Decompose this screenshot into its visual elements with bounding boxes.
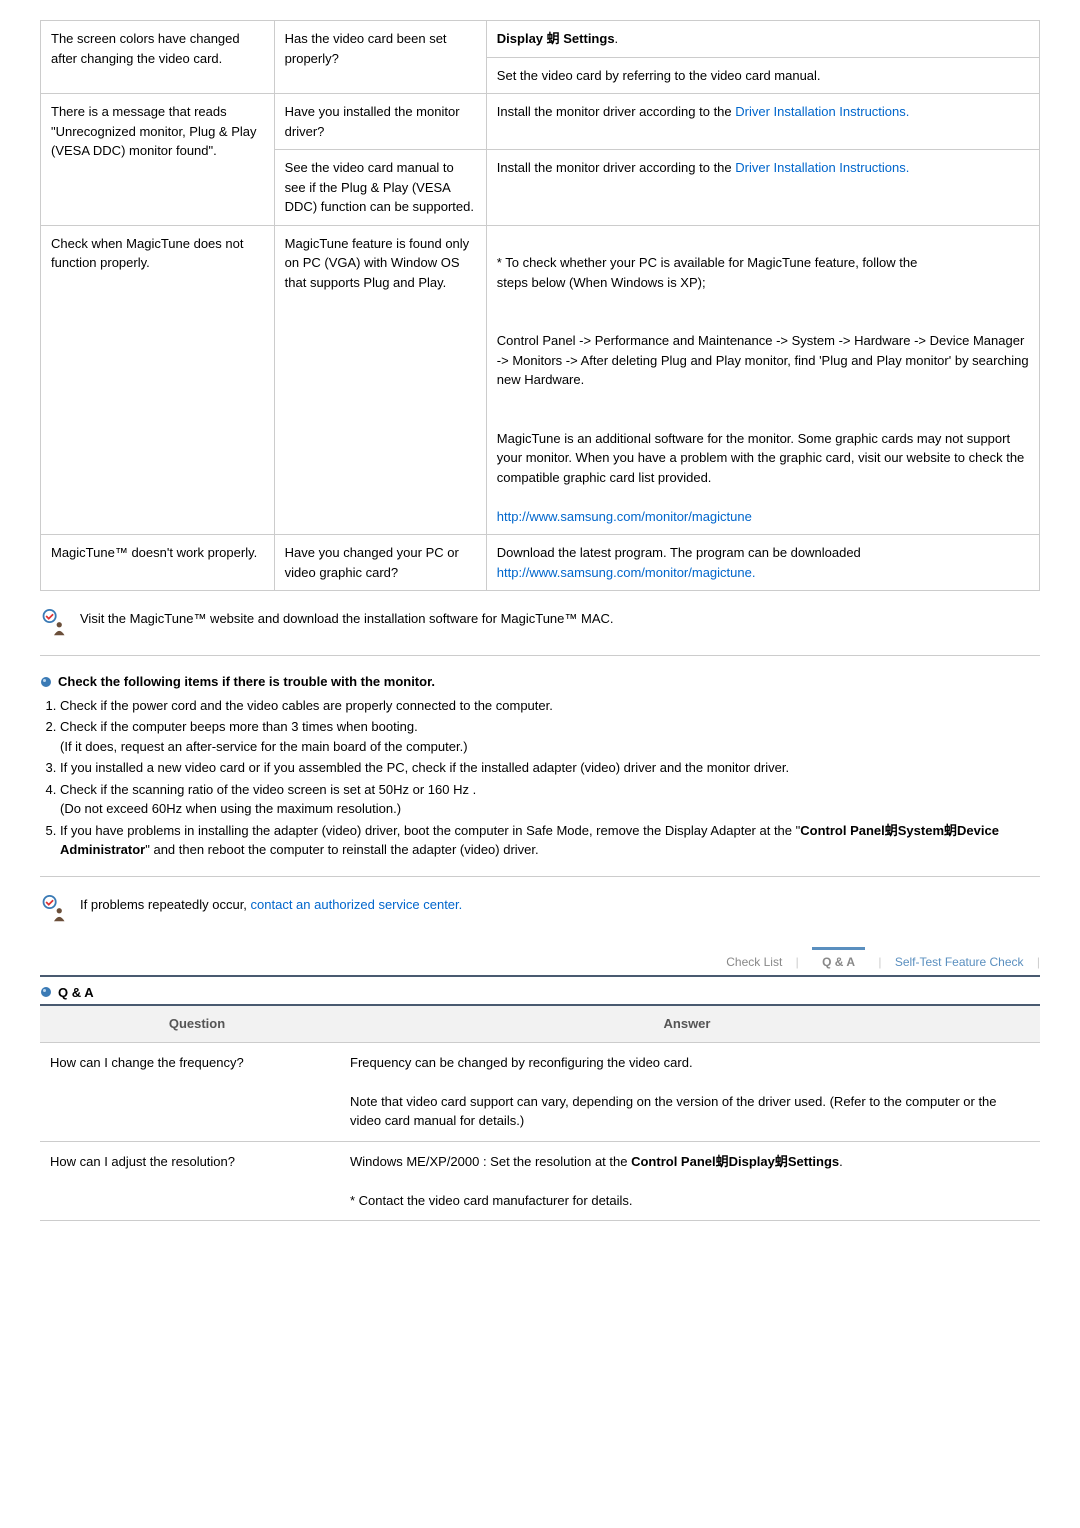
tab-check-list[interactable]: Check List bbox=[716, 955, 792, 969]
trouble-symptom: There is a message that reads "Unrecogni… bbox=[41, 94, 275, 226]
trouble-answer: Download the latest program. The program… bbox=[486, 535, 1039, 591]
trouble-check: Has the video card been set properly? bbox=[274, 21, 486, 94]
trouble-symptom: Check when MagicTune does not function p… bbox=[41, 225, 275, 535]
qa-header-answer: Answer bbox=[344, 1014, 1030, 1034]
display-settings-label: Display 蚏 Settings bbox=[497, 31, 615, 46]
qa-answer: Frequency can be changed by reconfigurin… bbox=[340, 1043, 1040, 1142]
driver-install-link[interactable]: Driver Installation Instructions. bbox=[735, 104, 909, 119]
trouble-symptom: The screen colors have changed after cha… bbox=[41, 21, 275, 94]
note-contact-service: If problems repeatedly occur, contact an… bbox=[40, 895, 1040, 923]
divider bbox=[40, 876, 1040, 877]
service-center-link[interactable]: contact an authorized service center. bbox=[251, 897, 463, 912]
tab-qa[interactable]: Q & A bbox=[802, 955, 875, 969]
check-item: If you have problems in installing the a… bbox=[60, 821, 1040, 860]
check-item: Check if the computer beeps more than 3 … bbox=[60, 717, 1040, 756]
check-item: Check if the scanning ratio of the video… bbox=[60, 780, 1040, 819]
check-list: Check if the power cord and the video ca… bbox=[60, 696, 1040, 860]
trouble-answer: * To check whether your PC is available … bbox=[486, 225, 1039, 535]
qa-table: How can I change the frequency? Frequenc… bbox=[40, 1043, 1040, 1222]
divider bbox=[40, 655, 1040, 656]
qa-section-title: Q & A bbox=[40, 975, 1040, 1003]
trouble-answer: Install the monitor driver according to … bbox=[486, 94, 1039, 150]
trouble-check: MagicTune feature is found only on PC (V… bbox=[274, 225, 486, 535]
magictune-url[interactable]: http://www.samsung.com/monitor/magictune… bbox=[497, 565, 756, 580]
magictune-url[interactable]: http://www.samsung.com/monitor/magictune bbox=[497, 509, 752, 524]
check-person-icon bbox=[40, 609, 68, 637]
driver-install-link[interactable]: Driver Installation Instructions. bbox=[735, 160, 909, 175]
trouble-symptom: MagicTune™ doesn't work properly. bbox=[41, 535, 275, 591]
tab-self-test[interactable]: Self-Test Feature Check bbox=[885, 955, 1034, 969]
trouble-answer: Set the video card by referring to the v… bbox=[486, 57, 1039, 94]
bullet-icon bbox=[40, 986, 52, 998]
section-tabs: Check List | Q & A | Self-Test Feature C… bbox=[40, 953, 1040, 971]
trouble-answer: Install the monitor driver according to … bbox=[486, 150, 1039, 226]
qa-question: How can I adjust the resolution? bbox=[40, 1141, 340, 1221]
trouble-check: Have you installed the monitor driver? bbox=[274, 94, 486, 150]
trouble-check: Have you changed your PC or video graphi… bbox=[274, 535, 486, 591]
troubleshooting-table: The screen colors have changed after cha… bbox=[40, 20, 1040, 591]
trouble-check: See the video card manual to see if the … bbox=[274, 150, 486, 226]
check-item: Check if the power cord and the video ca… bbox=[60, 696, 1040, 716]
qa-question: How can I change the frequency? bbox=[40, 1043, 340, 1142]
qa-table-header: Question Answer bbox=[40, 1004, 1040, 1043]
check-person-icon bbox=[40, 895, 68, 923]
qa-header-question: Question bbox=[50, 1014, 344, 1034]
qa-answer: Windows ME/XP/2000 : Set the resolution … bbox=[340, 1141, 1040, 1221]
note-magictune-mac: Visit the MagicTune™ website and downloa… bbox=[40, 609, 1040, 637]
bullet-icon bbox=[40, 676, 52, 688]
check-item: If you installed a new video card or if … bbox=[60, 758, 1040, 778]
trouble-answer: Display 蚏 Settings. bbox=[486, 21, 1039, 58]
check-section-title: Check the following items if there is tr… bbox=[40, 672, 1040, 692]
